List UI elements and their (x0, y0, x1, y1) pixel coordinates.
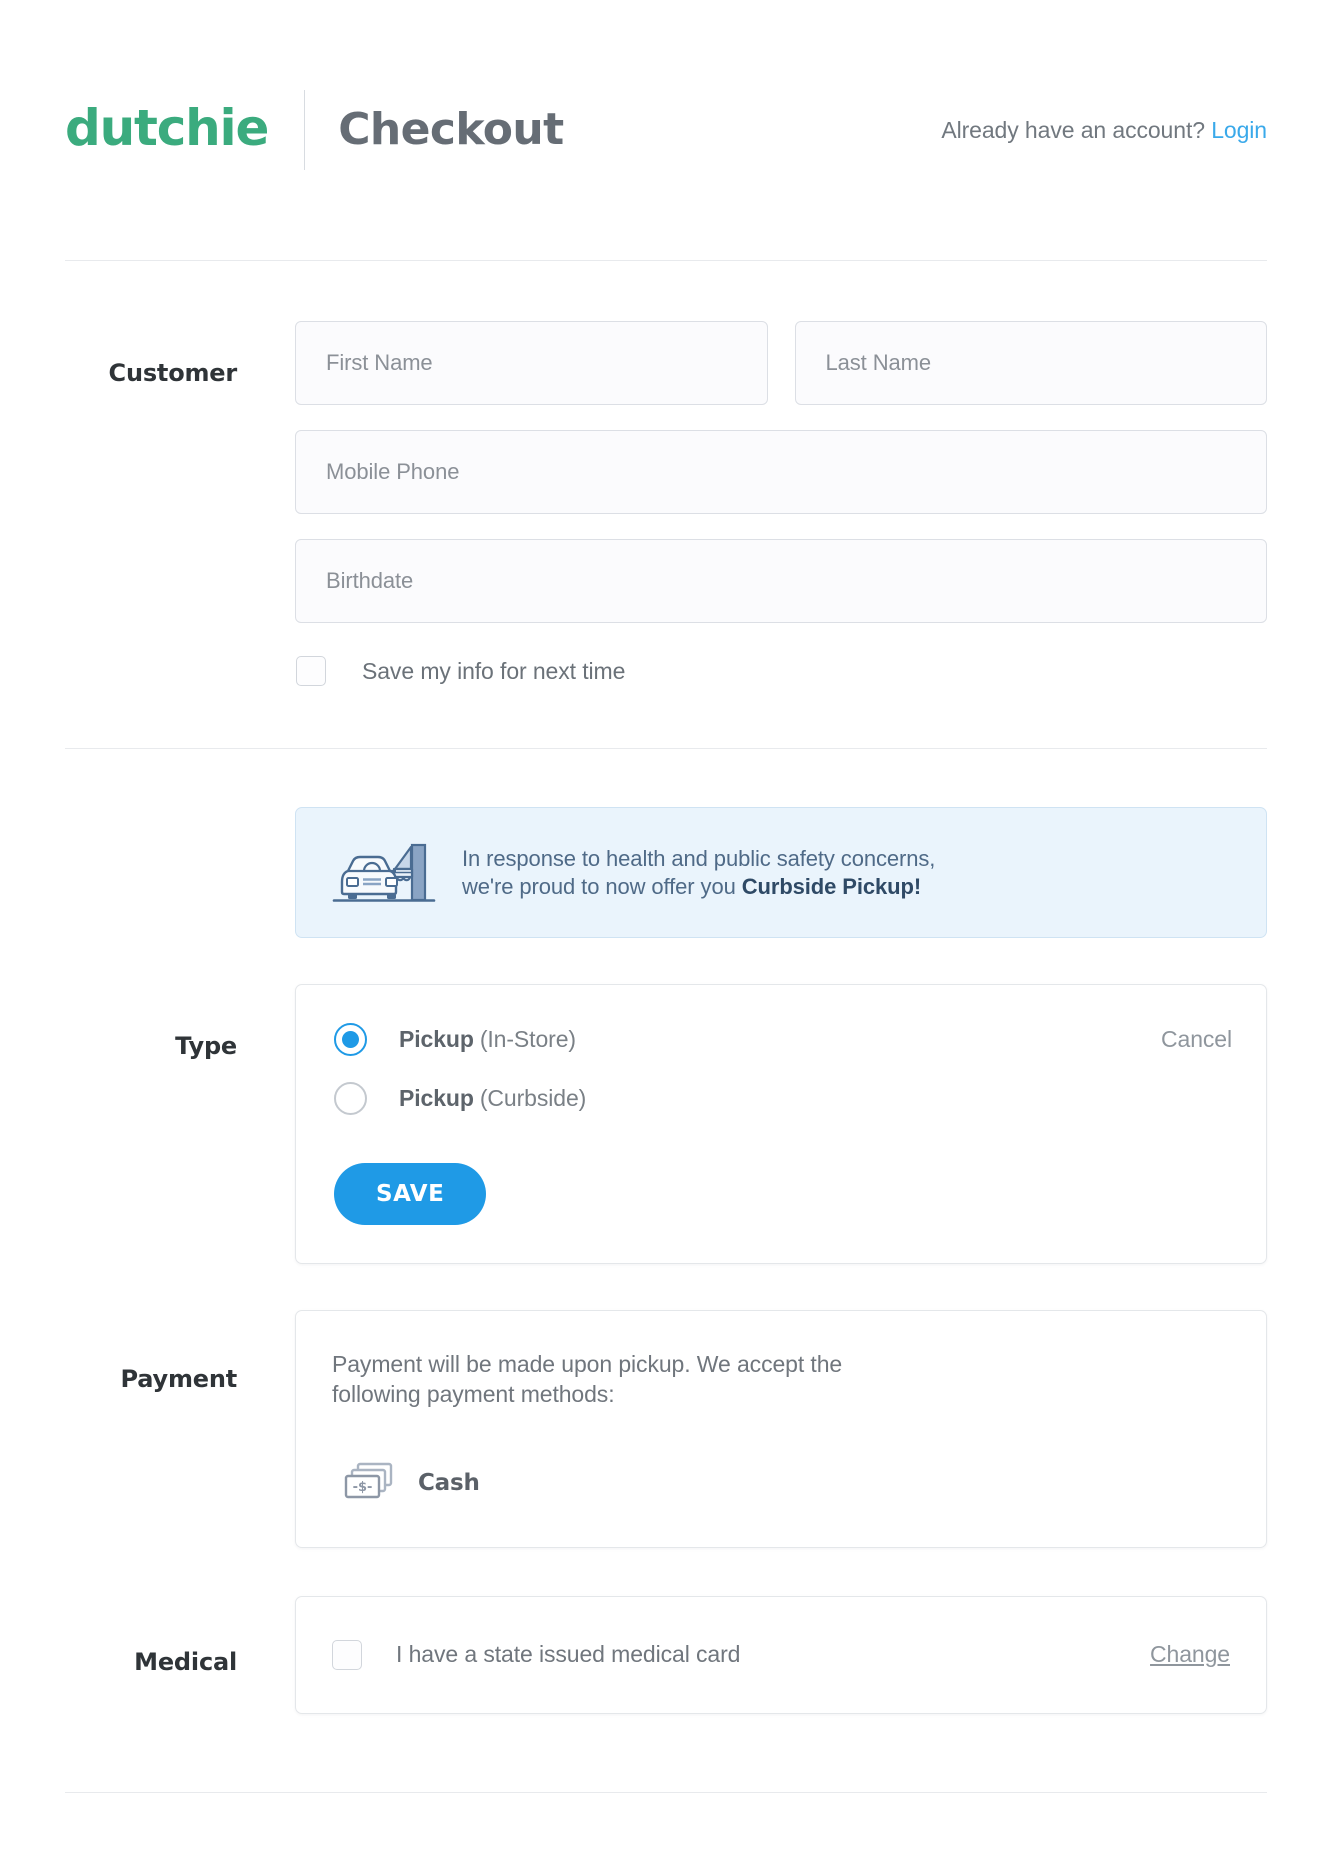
type-body: Pickup(In-Store) Cancel Pickup(Curbside)… (295, 984, 1267, 1264)
payment-card: Payment will be made upon pickup. We acc… (295, 1310, 1267, 1548)
type-option-curbside-detail: (Curbside) (480, 1085, 586, 1111)
brand-row: dutchie Checkout (65, 90, 564, 170)
payment-section: Payment Payment will be made upon pickup… (0, 1264, 1332, 1548)
payment-description: Payment will be made upon pickup. We acc… (332, 1349, 892, 1410)
type-section-label: Type (65, 984, 295, 1264)
payment-description-line-2: following payment methods: (332, 1381, 615, 1407)
payment-method-cash: -$- Cash (332, 1460, 1230, 1507)
payment-section-label: Payment (65, 1310, 295, 1548)
curbside-car-icon (332, 834, 436, 911)
type-option-curbside-bold: Pickup (399, 1085, 474, 1111)
payment-description-line-1: Payment will be made upon pickup. We acc… (332, 1351, 842, 1377)
header-vertical-divider (304, 90, 305, 170)
birthdate-field-row: Birthdate (295, 539, 1267, 623)
customer-form: First Name Last Name Mobile Phone Birthd… (295, 321, 1267, 686)
payment-body: Payment will be made upon pickup. We acc… (295, 1310, 1267, 1548)
account-prompt: Already have an account? Login (941, 117, 1267, 144)
medical-card: I have a state issued medical card Chang… (295, 1596, 1267, 1714)
account-prompt-text: Already have an account? (941, 117, 1205, 143)
type-option-curbside[interactable]: Pickup(Curbside) (334, 1082, 1232, 1115)
payment-method-cash-label: Cash (418, 1470, 480, 1496)
customer-section-label: Customer (65, 321, 295, 686)
name-field-row: First Name Last Name (295, 321, 1267, 405)
dutchie-logo: dutchie (65, 103, 268, 157)
save-button[interactable]: SAVE (334, 1163, 486, 1225)
type-option-in-store-label: Pickup(In-Store) (399, 1026, 576, 1053)
type-option-in-store-detail: (In-Store) (480, 1026, 576, 1052)
first-name-input[interactable]: First Name (295, 321, 768, 405)
type-section: Type Pickup(In-Store) Cancel Pickup(Curb… (0, 938, 1332, 1264)
medical-checkbox-label: I have a state issued medical card (396, 1641, 740, 1668)
medical-section-label: Medical (65, 1596, 295, 1714)
last-name-input[interactable]: Last Name (795, 321, 1268, 405)
medical-body: I have a state issued medical card Chang… (295, 1596, 1267, 1714)
save-info-label: Save my info for next time (362, 658, 625, 685)
curbside-banner-wrap: In response to health and public safety … (0, 749, 1332, 938)
bottom-divider (65, 1792, 1267, 1793)
birthdate-input[interactable]: Birthdate (295, 539, 1267, 623)
banner-line-1: In response to health and public safety … (462, 846, 935, 871)
customer-section: Customer First Name Last Name Mobile Pho… (0, 261, 1332, 748)
page-title: Checkout (338, 108, 563, 152)
banner-line-2-prefix: we're proud to now offer you (462, 874, 742, 899)
medical-card-checkbox[interactable] (332, 1640, 362, 1670)
svg-text:-$-: -$- (353, 1480, 373, 1495)
radio-pickup-curbside[interactable] (334, 1082, 367, 1115)
type-option-in-store-bold: Pickup (399, 1026, 474, 1052)
checkout-page: dutchie Checkout Already have an account… (0, 0, 1332, 1793)
type-option-in-store[interactable]: Pickup(In-Store) Cancel (334, 1023, 1232, 1056)
cash-icon: -$- (342, 1460, 396, 1507)
cancel-link[interactable]: Cancel (1161, 1026, 1232, 1053)
banner-spacer (65, 807, 295, 938)
change-link[interactable]: Change (1150, 1641, 1230, 1668)
login-link[interactable]: Login (1211, 117, 1267, 143)
save-info-row: Save my info for next time (295, 656, 1267, 686)
mobile-phone-input[interactable]: Mobile Phone (295, 430, 1267, 514)
save-info-checkbox[interactable] (296, 656, 326, 686)
banner-line-2-bold: Curbside Pickup! (742, 874, 921, 899)
radio-pickup-in-store[interactable] (334, 1023, 367, 1056)
type-option-curbside-label: Pickup(Curbside) (399, 1085, 586, 1112)
medical-section: Medical I have a state issued medical ca… (0, 1548, 1332, 1714)
page-header: dutchie Checkout Already have an account… (0, 0, 1332, 260)
type-card: Pickup(In-Store) Cancel Pickup(Curbside)… (295, 984, 1267, 1264)
curbside-banner-text: In response to health and public safety … (462, 845, 935, 900)
curbside-banner: In response to health and public safety … (295, 807, 1267, 938)
phone-field-row: Mobile Phone (295, 430, 1267, 514)
